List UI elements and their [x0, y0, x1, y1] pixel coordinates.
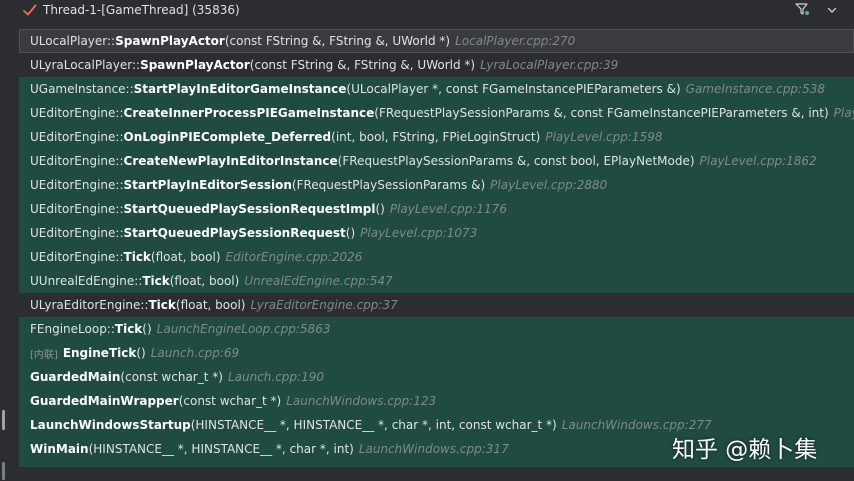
frame-args: () [375, 202, 385, 216]
frame-location: GameInstance.cpp:538 [685, 82, 825, 96]
frame-function: SpawnPlayActor [140, 58, 250, 72]
frame-args: (float, bool) [175, 298, 246, 312]
frame-function: Tick [142, 274, 170, 288]
frame-function: StartPlayInEditorGameInstance [133, 82, 347, 96]
frame-function: Tick [114, 322, 143, 336]
frame-args: (int, bool, FString, FPieLoginStruct) [331, 130, 541, 144]
frame-args: (HINSTANCE__ *, HINSTANCE__ *, char *, i… [190, 418, 557, 432]
stack-frame-row[interactable]: UEditorEngine:: Tick (float, bool) EditorEn… [19, 245, 854, 269]
thread-title: Thread-1-[GameThread] (35836) [43, 3, 240, 17]
frame-class: FEngineLoop:: [30, 322, 115, 336]
stack-frame-row[interactable]: UEditorEngine:: StartQueuedPlaySessionReq… [19, 221, 854, 245]
frame-function: WinMain [30, 442, 89, 456]
stack-frame-row[interactable]: GuardedMain (const wchar_t *) Launch.cpp:1… [19, 365, 854, 389]
gutter-marker [2, 462, 5, 480]
frame-location: LocalPlayer.cpp:270 [455, 34, 576, 48]
stack-frame-row[interactable]: UEditorEngine:: CreateNewPlayInEditorInst… [19, 149, 854, 173]
frame-location: EditorEngine.cpp:2026 [225, 250, 363, 264]
stack-frame-row[interactable]: ULocalPlayer:: SpawnPlayActor (const FStri… [19, 29, 854, 53]
frame-args: (const FString &, FString &, UWorld *) [249, 58, 476, 72]
thread-header[interactable]: Thread-1-[GameThread] (35836) [0, 0, 854, 22]
frame-location: PlayLevel.cpp:1073 [360, 226, 478, 240]
stack-frame-row[interactable]: UEditorEngine:: StartPlayInEditorSession(… [19, 173, 854, 197]
frame-args: (float, bool) [169, 274, 240, 288]
frame-args: (HINSTANCE__ *, HINSTANCE__ *, char *, i… [88, 442, 354, 456]
gutter-strip [0, 22, 14, 481]
frame-function: StartQueuedPlaySessionRequestImpl [123, 202, 376, 216]
frame-function: SpawnPlayActor [115, 34, 225, 48]
checkmark-icon [23, 4, 37, 16]
frame-function: CreateInnerProcessPIEGameInstance [123, 106, 375, 120]
stack-frame-row[interactable]: FEngineLoop:: Tick() LaunchEngineLoop.cpp:… [19, 317, 854, 341]
frame-class: UEditorEngine:: [30, 130, 124, 144]
watermark: 知乎 @赖卜集 [672, 437, 818, 463]
frame-function: GuardedMainWrapper [30, 394, 179, 408]
frame-location: Launch.cpp:190 [227, 370, 324, 384]
frame-location: LyraEditorEngine.cpp:37 [250, 298, 398, 312]
frame-class: UUnrealEdEngine:: [30, 274, 143, 288]
frame-class: ULocalPlayer:: [30, 34, 116, 48]
inline-tag: [内联] [30, 349, 58, 361]
frame-location: Launch.cpp:69 [150, 346, 240, 360]
frame-class: ULyraEditorEngine:: [30, 298, 149, 312]
frame-function: Tick [123, 250, 151, 264]
frame-class: ULyraLocalPlayer:: [30, 58, 141, 72]
frame-function: Tick [148, 298, 176, 312]
frame-class: UEditorEngine:: [30, 250, 124, 264]
frame-args: () [142, 322, 152, 336]
stack-frame-row[interactable]: ULyraLocalPlayer:: SpawnPlayActor (const F… [19, 53, 854, 77]
stack-frame-row[interactable]: GuardedMainWrapper (const wchar_t *) Launc… [19, 389, 854, 413]
frame-args: () [136, 346, 146, 360]
frame-class: UEditorEngine:: [30, 154, 124, 168]
frame-location: UnrealEdEngine.cpp:547 [244, 274, 393, 288]
frame-class: UGameInstance:: [30, 82, 134, 96]
frame-location: LyraLocalPlayer.cpp:39 [480, 58, 619, 72]
stack-frame-row[interactable]: UUnrealEdEngine:: Tick (float, bool) Unreal… [19, 269, 854, 293]
frame-function: GuardedMain [30, 370, 121, 384]
stack-frame-row[interactable]: UEditorEngine:: StartQueuedPlaySessionReq… [19, 197, 854, 221]
frame-function: OnLoginPIEComplete_Deferred [123, 130, 332, 144]
gutter-marker [2, 410, 5, 430]
frame-function: StartQueuedPlaySessionRequest [123, 226, 346, 240]
frame-args: (const FString &, FString &, UWorld *) [224, 34, 451, 48]
frame-function: LaunchWindowsStartup [30, 418, 191, 432]
frame-class: UEditorEngine:: [30, 106, 124, 120]
frame-function: CreateNewPlayInEditorInstance [123, 154, 338, 168]
stack-frames-list: ULocalPlayer:: SpawnPlayActor (const FStri… [19, 29, 854, 467]
frame-args: (const wchar_t *) [120, 370, 223, 384]
frame-args: (FRequestPlaySessionParams &, const FGam… [374, 106, 829, 120]
stack-frame-row[interactable]: UEditorEngine:: OnLoginPIEComplete_Deferr… [19, 125, 854, 149]
frame-location: LaunchWindows.cpp:317 [358, 442, 509, 456]
frame-location: LaunchWindows.cpp:123 [286, 394, 437, 408]
filter-icon[interactable] [794, 1, 810, 17]
frame-args: (FRequestPlaySessionParams &) [291, 178, 486, 192]
frame-class: UEditorEngine:: [30, 178, 124, 192]
frame-location: PlayLevel.cpp:2880 [490, 178, 608, 192]
frame-args: (float, bool) [150, 250, 221, 264]
frame-location: PlayLevel.cpp:1176 [389, 202, 507, 216]
stack-frame-row[interactable]: UEditorEngine:: CreateInnerProcessPIEGame… [19, 101, 854, 125]
stack-frame-row[interactable]: ULyraEditorEngine:: Tick (float, bool) Lyra… [19, 293, 854, 317]
frame-location: PlayLevel.cpp: [833, 106, 854, 120]
frame-location: PlayLevel.cpp:1598 [545, 130, 663, 144]
frame-args: (ULocalPlayer *, const FGameInstancePIEP… [346, 82, 681, 96]
frame-args: () [345, 226, 356, 240]
frame-args: (FRequestPlaySessionParams &, const bool… [337, 154, 695, 168]
frame-args: (const wchar_t *) [178, 394, 282, 408]
frame-class: UEditorEngine:: [30, 226, 124, 240]
chevron-down-icon[interactable] [826, 4, 838, 16]
frame-function: StartPlayInEditorSession [123, 178, 292, 192]
stack-frame-row[interactable]: UGameInstance:: StartPlayInEditorGameInst… [19, 77, 854, 101]
frame-function: EngineTick [62, 346, 137, 360]
frame-location: LaunchEngineLoop.cpp:5863 [156, 322, 331, 336]
stack-frame-row[interactable]: [内联] EngineTick() Launch.cpp:69 [19, 341, 854, 365]
frame-class: UEditorEngine:: [30, 202, 124, 216]
frame-location: PlayLevel.cpp:1862 [699, 154, 817, 168]
